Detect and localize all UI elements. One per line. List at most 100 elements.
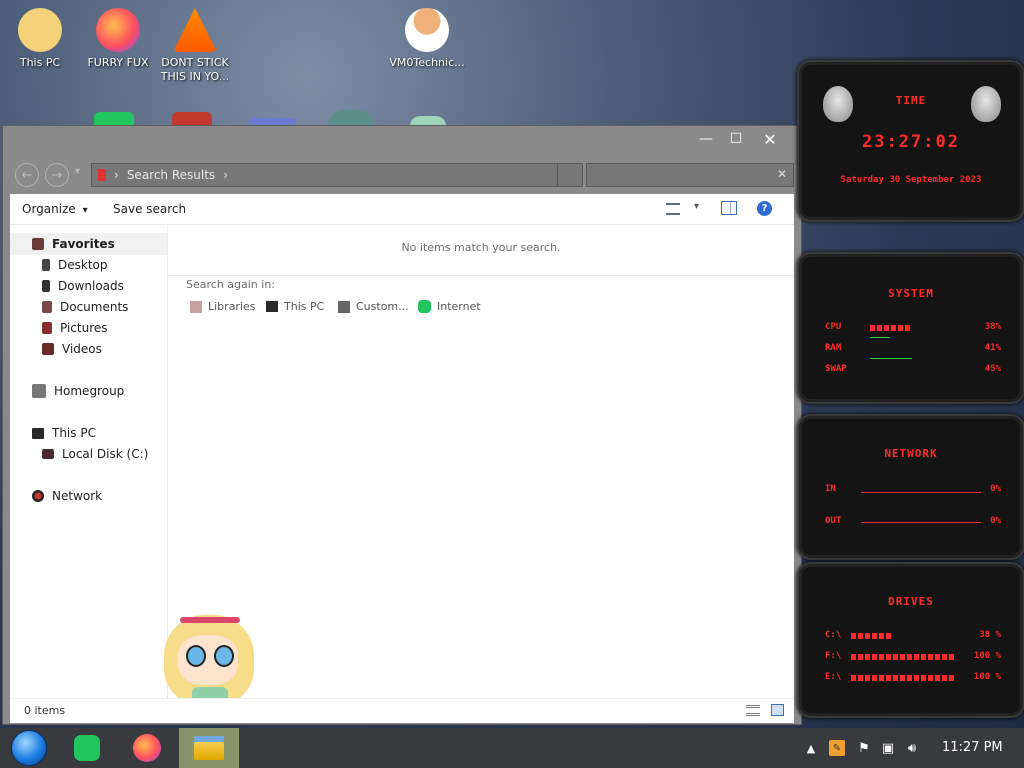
organize-button[interactable]: Organize ▾ — [22, 202, 88, 216]
clear-search-icon[interactable]: ✕ — [777, 167, 787, 181]
search-results-icon — [98, 169, 106, 181]
title-bar[interactable]: — ☐ ✕ — [3, 126, 801, 154]
row-label: RAM — [825, 343, 842, 353]
preview-pane-icon[interactable] — [721, 201, 737, 215]
desktop-icon-partial[interactable] — [328, 110, 374, 126]
search-location-libraries[interactable]: Libraries — [190, 300, 256, 313]
row-label: SWAP — [825, 364, 847, 374]
desktop-icon-partial[interactable] — [94, 112, 134, 126]
breadcrumb-search-results[interactable]: Search Results — [127, 168, 215, 182]
cpu-bar — [870, 325, 910, 331]
recent-locations-button[interactable]: ▾ — [75, 166, 80, 177]
desktop-icon-label: FURRY FUX — [87, 56, 149, 69]
tray-app-icon[interactable]: ✎ — [829, 740, 845, 756]
close-button[interactable]: ✕ — [755, 128, 785, 150]
search-location-internet[interactable]: Internet — [418, 300, 481, 313]
network-tray-icon[interactable]: ▣ — [880, 740, 896, 756]
widget-title: TIME — [895, 94, 927, 107]
network-in-row: IN 0% — [825, 484, 1001, 498]
nav-label: Favorites — [52, 237, 115, 251]
search-input[interactable] — [591, 166, 765, 184]
back-button[interactable]: ← — [15, 163, 39, 187]
folder-icon — [338, 300, 350, 313]
forward-button[interactable]: → — [45, 163, 69, 187]
volume-icon[interactable]: 🔊︎ — [904, 740, 920, 756]
chevron-down-icon: ▾ — [82, 205, 88, 216]
technician-icon — [405, 8, 449, 52]
character-eye — [186, 645, 206, 667]
row-label: OUT — [825, 516, 842, 526]
nav-label: Homegroup — [54, 384, 125, 398]
nav-videos[interactable]: Videos — [42, 339, 167, 359]
nav-downloads[interactable]: Downloads — [42, 276, 167, 296]
nav-label: Documents — [60, 300, 129, 314]
save-search-button[interactable]: Save search — [113, 202, 186, 216]
nav-pictures[interactable]: Pictures — [42, 318, 167, 338]
search-location-custom[interactable]: Custom... — [338, 300, 409, 313]
desktop-icon-furry-fux[interactable]: FURRY FUX — [80, 8, 156, 70]
desktop-icon-this-pc[interactable]: This PC — [2, 8, 78, 70]
cpu-row: CPU 38% — [825, 322, 1001, 336]
location-label: Libraries — [208, 300, 256, 313]
large-icons-view-icon[interactable] — [771, 704, 784, 716]
content-pane[interactable]: No items match your search. Search again… — [164, 225, 794, 721]
divider — [168, 275, 794, 276]
network-out-graph — [861, 522, 981, 523]
nav-desktop[interactable]: Desktop — [42, 255, 167, 275]
show-hidden-icons-icon[interactable]: ▲ — [803, 740, 819, 756]
taskbar-app-spotify[interactable] — [58, 728, 116, 768]
nav-label: Videos — [62, 342, 102, 356]
arrow-right-icon: → — [51, 167, 63, 183]
action-center-flag-icon[interactable]: ⚑ — [856, 740, 872, 756]
item-count: 0 items — [24, 704, 66, 717]
taskbar-app-file-explorer[interactable] — [179, 728, 239, 768]
nav-label: Network — [52, 489, 103, 503]
row-value: 100 % — [973, 672, 1001, 682]
row-value: 0% — [990, 484, 1001, 494]
ram-graph — [870, 337, 890, 338]
firefox-icon — [133, 734, 161, 762]
widget-date: Saturday 30 September 2023 — [840, 175, 982, 185]
nav-this-pc[interactable]: This PC — [32, 423, 167, 443]
search-box[interactable]: ✕ — [586, 163, 794, 187]
address-dropdown[interactable] — [557, 164, 582, 186]
nav-favorites[interactable]: Favorites — [32, 234, 167, 254]
row-value: 100 % — [973, 651, 1001, 661]
desktop-icon-vm0technic[interactable]: VM0Technic... — [389, 8, 465, 70]
desktop-icon-dont-stick[interactable]: DONT STICK THIS IN YO... — [157, 8, 233, 84]
firefox-icon — [96, 8, 140, 52]
help-icon[interactable]: ? — [757, 201, 772, 216]
address-bar[interactable]: › Search Results › — [91, 163, 583, 187]
drive-e-row: E:\ 100 % — [825, 672, 1001, 686]
nav-label: Desktop — [58, 258, 108, 272]
network-out-row: OUT 0% — [825, 516, 1001, 530]
search-again-label: Search again in: — [186, 278, 276, 291]
start-orb-icon — [11, 730, 47, 766]
start-button[interactable] — [0, 728, 58, 768]
network-in-graph — [861, 492, 981, 493]
taskbar-clock[interactable]: 11:27 PM — [942, 740, 1003, 755]
time-widget: TIME 23:27:02 Saturday 30 September 2023 — [797, 60, 1024, 222]
ram-row: RAM 41% — [825, 337, 1001, 357]
videos-icon — [42, 343, 54, 355]
change-view-icon[interactable] — [666, 203, 680, 215]
nav-network[interactable]: Network — [32, 486, 167, 506]
swap-row: SWAP 45% — [825, 358, 1001, 378]
empty-results-message: No items match your search. — [401, 241, 561, 254]
row-label: E:\ — [825, 672, 842, 682]
row-value: 38% — [984, 322, 1001, 332]
widget-clock: 23:27:02 — [862, 132, 960, 152]
minimize-button[interactable]: — — [691, 128, 721, 150]
taskbar-app-firefox[interactable] — [118, 728, 176, 768]
view-options-icon[interactable]: ▾ — [694, 201, 699, 212]
desktop-icon-partial[interactable] — [172, 112, 212, 126]
desktop-icon-label: This PC — [19, 56, 61, 69]
nav-documents[interactable]: Documents — [42, 297, 167, 317]
nav-homegroup[interactable]: Homegroup — [32, 381, 167, 401]
details-view-icon[interactable] — [746, 705, 760, 716]
maximize-button[interactable]: ☐ — [721, 128, 751, 150]
breadcrumb-separator: › — [223, 168, 228, 182]
search-location-this-pc[interactable]: This PC — [266, 300, 324, 313]
nav-local-disk[interactable]: Local Disk (C:) — [42, 444, 167, 464]
file-explorer-window[interactable]: — ☐ ✕ ← → ▾ › Search Results › ✕ Organiz… — [2, 125, 802, 725]
